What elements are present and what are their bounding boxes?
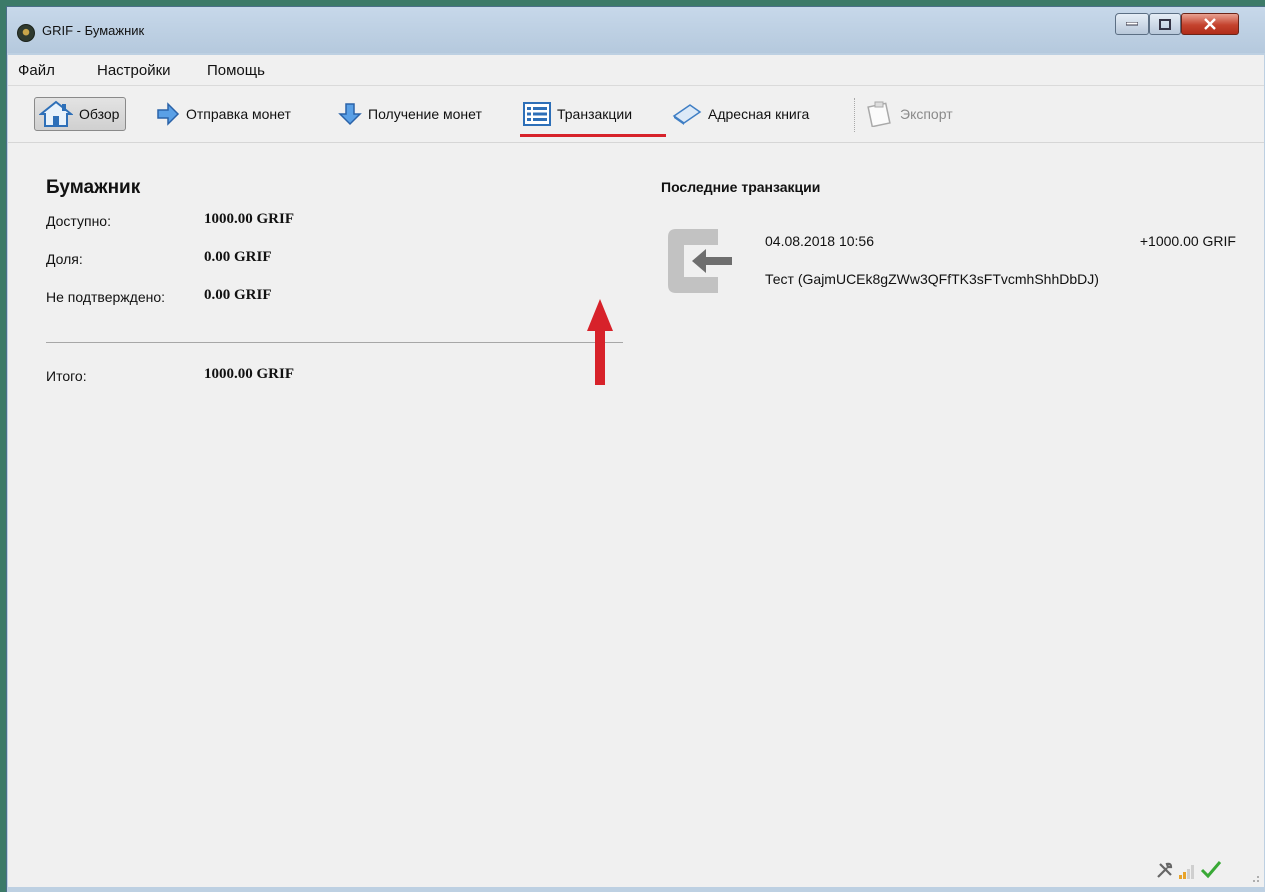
address-book-icon: [672, 104, 702, 125]
recent-transactions-title: Последние транзакции: [661, 179, 821, 195]
send-label: Отправка монет: [186, 106, 291, 122]
total-label: Итого:: [46, 368, 87, 384]
home-icon: [39, 100, 73, 127]
status-bar: [1156, 859, 1222, 879]
arrow-right-icon: [157, 102, 180, 126]
tools-icon[interactable]: [1156, 861, 1174, 879]
app-logo-icon: [17, 24, 35, 42]
addressbook-button[interactable]: Адресная книга: [672, 97, 809, 131]
addressbook-label: Адресная книга: [708, 106, 810, 122]
close-button[interactable]: [1181, 13, 1239, 35]
available-label: Доступно:: [46, 213, 111, 229]
title-bar[interactable]: GRIF - Бумажник: [7, 7, 1265, 53]
unconfirmed-label: Не подтверждено:: [46, 289, 166, 305]
red-arrow-annotation: [587, 299, 613, 385]
list-icon: [523, 102, 551, 126]
available-value: 1000.00 GRIF: [204, 211, 294, 227]
toolbar: Обзор Отправка монет Получение монет Тра…: [8, 86, 1264, 143]
export-label: Экспорт: [900, 106, 953, 122]
app-window: GRIF - Бумажник Файл Настройки Помощь Об…: [6, 6, 1265, 892]
transactions-button[interactable]: Транзакции: [523, 97, 632, 131]
signal-bars-icon[interactable]: [1178, 863, 1196, 879]
menu-bar: Файл Настройки Помощь: [8, 55, 1264, 86]
total-value: 1000.00 GRIF: [204, 366, 294, 382]
maximize-icon: [1159, 18, 1171, 30]
menu-file[interactable]: Файл: [18, 62, 55, 79]
export-button[interactable]: Экспорт: [866, 97, 953, 131]
close-icon: [1204, 18, 1216, 30]
stake-value: 0.00 GRIF: [204, 249, 272, 265]
receive-button[interactable]: Получение монет: [338, 97, 482, 131]
unconfirmed-value: 0.00 GRIF: [204, 287, 272, 303]
wallet-title: Бумажник: [46, 177, 141, 198]
transaction-amount: +1000.00 GRIF: [1139, 233, 1236, 249]
window-title: GRIF - Бумажник: [42, 23, 145, 38]
overview-label: Обзор: [79, 106, 120, 122]
maximize-button[interactable]: [1149, 13, 1181, 35]
receive-label: Получение монет: [368, 106, 482, 122]
incoming-transaction-icon[interactable]: [662, 223, 742, 299]
transactions-highlight-underline: [520, 134, 666, 137]
toolbar-separator: [854, 98, 855, 132]
transaction-description[interactable]: Тест (GajmUCEk8gZWw3QFfTK3sFTvcmhShhDbDJ…: [765, 271, 1099, 287]
checkmark-icon[interactable]: [1200, 859, 1222, 879]
arrow-down-icon: [338, 103, 362, 126]
menu-settings[interactable]: Настройки: [97, 62, 171, 79]
resize-grip-icon[interactable]: [1248, 871, 1260, 883]
clipboard-icon: [867, 101, 891, 127]
balance-divider: [46, 342, 623, 343]
overview-button[interactable]: Обзор: [34, 97, 127, 131]
minimize-icon: [1126, 22, 1138, 26]
transaction-date: 04.08.2018 10:56: [765, 233, 874, 249]
send-button[interactable]: Отправка монет: [156, 97, 291, 131]
overview-page: Бумажник Доступно: 1000.00 GRIF Доля: 0.…: [8, 143, 1264, 887]
menu-help[interactable]: Помощь: [207, 62, 265, 79]
stake-label: Доля:: [46, 251, 83, 267]
transactions-label: Транзакции: [557, 106, 633, 122]
minimize-button[interactable]: [1115, 13, 1149, 35]
